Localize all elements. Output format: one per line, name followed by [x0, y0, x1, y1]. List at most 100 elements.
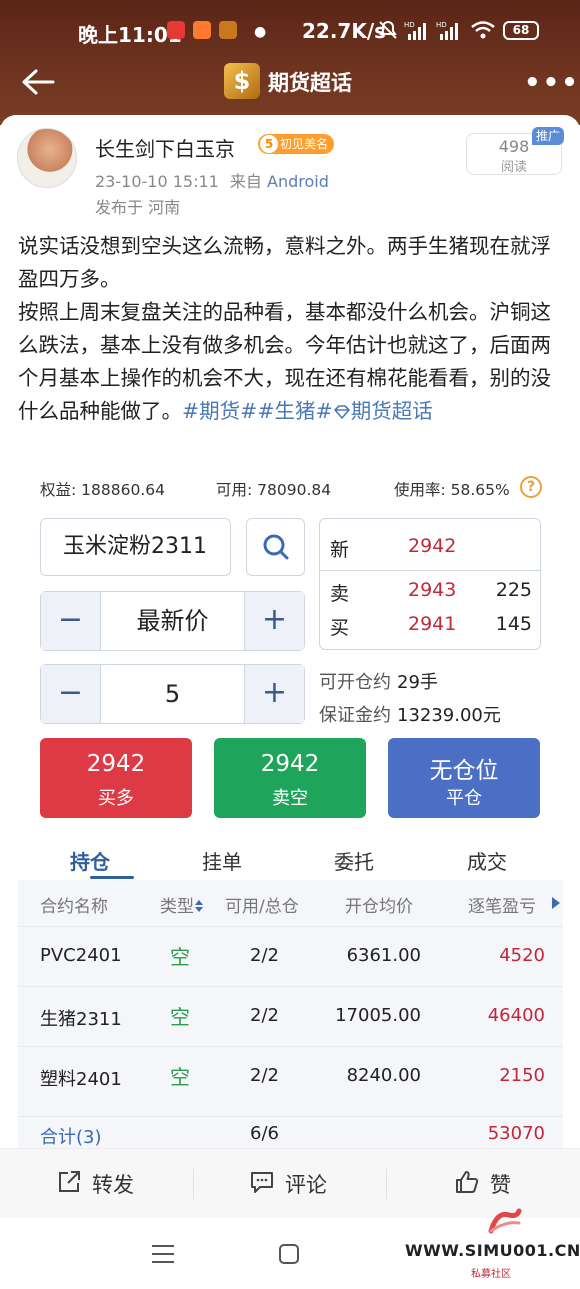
qty-cell: 2/2 [250, 945, 279, 966]
home-icon[interactable] [279, 1244, 299, 1264]
column-header-avg: 开仓均价 [345, 897, 413, 917]
level-label: 初见美名 [280, 137, 329, 151]
arrow-left-icon[interactable] [20, 68, 56, 96]
network-speed: 22.7K/s [302, 19, 387, 43]
table-row[interactable]: 塑料2401 空 2/2 8240.00 2150 [18, 1046, 563, 1106]
symbol-input[interactable]: 玉米淀粉2311 [40, 518, 231, 576]
tab-pending[interactable]: 挂单 [202, 846, 242, 875]
pnl-cell: 2150 [499, 1065, 545, 1086]
watermark: WWW.SIMU001.CN 私募社区 [405, 1207, 580, 1285]
column-header-type[interactable]: 类型 [160, 892, 204, 917]
quantity-value[interactable]: 5 [101, 665, 244, 723]
super-topic-link[interactable]: 期货超话 [333, 399, 433, 423]
open-capacity-label: 可开仓约 [319, 672, 391, 693]
topic-logo-icon: $ [224, 63, 260, 99]
price-minus-button[interactable]: − [41, 592, 101, 650]
bid-volume: 145 [495, 613, 532, 635]
type-cell: 空 [170, 1065, 190, 1089]
post-paragraph: 按照上周末复盘关注的品种看，基本都没什么机会。沪铜这么跌法，基本上没有做多机会。… [18, 296, 563, 428]
hashtag-link[interactable]: #期货##生猪# [182, 399, 333, 423]
sell-short-button[interactable]: 2942 卖空 [214, 738, 366, 818]
like-label: 赞 [490, 1173, 511, 1197]
ask-label: 卖 [330, 583, 350, 605]
order-tabs: 持仓 挂单 委托 成交 [18, 838, 563, 880]
usage-value: 使用率: 58.65% [394, 481, 510, 499]
author-name[interactable]: 长生剑下白玉京 [95, 133, 235, 162]
quantity-minus-button[interactable]: − [41, 665, 101, 723]
column-header-type-label: 类型 [160, 897, 194, 917]
recent-apps-icon[interactable] [152, 1245, 174, 1263]
contract-cell: PVC2401 [40, 945, 122, 966]
type-cell: 空 [170, 945, 190, 969]
avg-price-cell: 17005.00 [335, 1005, 421, 1026]
like-button[interactable]: 赞 [456, 1169, 511, 1199]
tab-trades[interactable]: 成交 [467, 846, 507, 875]
buy-label: 买多 [98, 788, 134, 809]
notification-app-icon [193, 21, 211, 39]
share-label: 转发 [92, 1173, 134, 1197]
buy-long-button[interactable]: 2942 买多 [40, 738, 192, 818]
avatar[interactable] [17, 128, 77, 188]
post-date: 23-10-10 15:11 [95, 172, 219, 191]
price-mode-stepper: − 最新价 + [40, 591, 305, 651]
post-meta: 23-10-10 15:11 来自 Android [95, 168, 329, 192]
active-tab-indicator [90, 876, 134, 879]
diamond-icon [333, 405, 350, 419]
post-location: 发布于 河南 [95, 198, 181, 217]
watermark-text: WWW.SIMU001.CN [405, 1241, 580, 1260]
ask-volume: 225 [495, 579, 532, 601]
margin-value: 13239.00元 [397, 705, 501, 726]
wifi-icon [471, 21, 495, 39]
column-header-contract: 合约名称 [40, 897, 108, 917]
share-button[interactable]: 转发 [59, 1169, 134, 1199]
equity-value: 权益: 188860.64 [40, 481, 165, 499]
quantity-stepper: − 5 + [40, 664, 305, 724]
available-value: 可用: 78090.84 [216, 481, 332, 499]
price-plus-button[interactable]: + [244, 592, 304, 650]
pnl-cell: 46400 [487, 1005, 545, 1026]
level-number: 5 [260, 135, 278, 153]
notification-app-icon [167, 21, 185, 39]
margin-estimate: 保证金约 13239.00元 [319, 701, 501, 727]
column-header-qty: 可用/总仓 [225, 897, 299, 917]
page-title: 期货超话 [268, 71, 352, 95]
open-capacity: 可开仓约 29手 [319, 668, 438, 694]
comment-button[interactable]: 评论 [251, 1169, 327, 1199]
promo-tag: 推广 [532, 127, 564, 145]
pnl-cell: 4520 [499, 945, 545, 966]
svg-text:HD: HD [436, 21, 447, 29]
notification-dot-icon: ● [254, 24, 267, 40]
status-bar: 晚上11:01 ● 22.7K/s HD HD 68 [0, 0, 580, 60]
watermark-logo-icon [488, 1208, 522, 1234]
total-qty: 6/6 [250, 1123, 279, 1144]
top-bar: $ 期货超话 ••• [0, 60, 580, 104]
column-header-pnl: 逐笔盈亏 [468, 897, 536, 917]
svg-text:HD: HD [404, 21, 415, 29]
share-icon [59, 1171, 80, 1192]
quantity-plus-button[interactable]: + [244, 665, 304, 723]
table-row[interactable]: 生猪2311 空 2/2 17005.00 46400 [18, 986, 563, 1046]
watermark-subtitle: 私募社区 [471, 1269, 511, 1280]
total-label: 合计(3) [40, 1127, 102, 1148]
bid-label: 买 [330, 617, 350, 639]
more-dots-icon[interactable]: ••• [524, 68, 580, 98]
price-mode-value[interactable]: 最新价 [101, 592, 244, 650]
sell-price: 2942 [260, 751, 320, 777]
ask-price: 2943 [408, 579, 457, 601]
sort-icon [195, 900, 203, 912]
search-icon [263, 534, 289, 560]
help-icon[interactable]: ? [520, 476, 542, 498]
signal-icon: HD [404, 21, 426, 40]
post-body: 说实话没想到空头这么流畅，意料之外。两手生猪现在就浮盈四万多。 按照上周末复盘关… [18, 230, 563, 428]
qty-cell: 2/2 [250, 1005, 279, 1026]
search-button[interactable] [246, 518, 305, 576]
qty-cell: 2/2 [250, 1065, 279, 1086]
close-position-button[interactable]: 无仓位 平仓 [388, 738, 540, 818]
tab-positions[interactable]: 持仓 [70, 846, 110, 875]
tab-orders[interactable]: 委托 [334, 846, 374, 875]
table-row[interactable]: PVC2401 空 2/2 6361.00 4520 [18, 926, 563, 986]
total-row: 合计(3) 6/6 53070 [18, 1116, 563, 1152]
battery-icon: 68 [503, 21, 539, 40]
scroll-right-icon[interactable] [551, 896, 561, 910]
post-paragraph: 说实话没想到空头这么流畅，意料之外。两手生猪现在就浮盈四万多。 [18, 234, 551, 291]
